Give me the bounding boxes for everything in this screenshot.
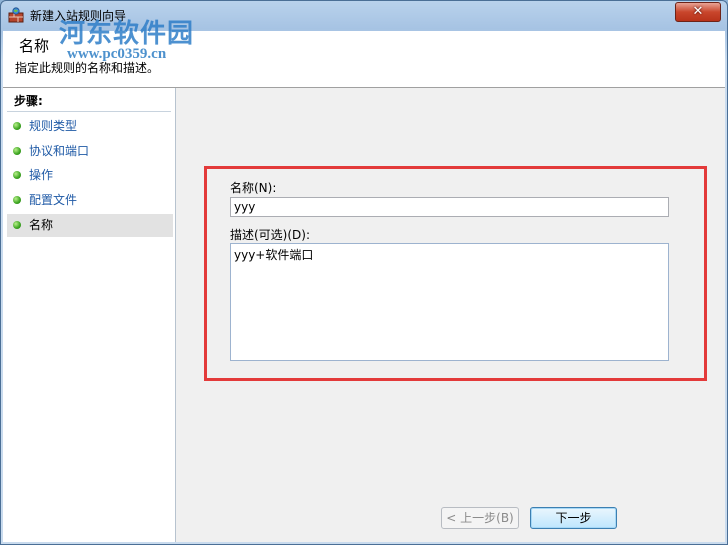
- step-bullet-icon: [13, 196, 21, 204]
- step-bullet-icon: [13, 147, 21, 155]
- step-rule-type[interactable]: 规则类型: [7, 115, 173, 138]
- step-label: 名称: [29, 218, 54, 232]
- watermark-url: www.pc0359.cn: [67, 46, 167, 62]
- step-action[interactable]: 操作: [7, 164, 173, 187]
- step-name-current[interactable]: 名称: [7, 214, 173, 237]
- close-button[interactable]: ✕: [675, 2, 721, 22]
- firewall-app-icon: [8, 7, 24, 23]
- steps-sidebar: 步骤: 规则类型 协议和端口 操作 配置文件 名称: [3, 88, 176, 542]
- steps-title: 步骤:: [14, 94, 43, 108]
- content-pane: 名称(N): yyy 描述(可选)(D): yyy+软件端口 < 上一步(B) …: [176, 88, 725, 542]
- step-label: 规则类型: [29, 119, 78, 133]
- next-button[interactable]: 下一步: [530, 507, 617, 529]
- step-bullet-icon: [13, 221, 21, 229]
- description-label: 描述(可选)(D):: [230, 228, 311, 242]
- step-protocol-ports[interactable]: 协议和端口: [7, 140, 173, 163]
- watermark-logo-text: 河东软件园: [59, 19, 195, 49]
- step-label: 配置文件: [29, 193, 78, 207]
- step-profile[interactable]: 配置文件: [7, 189, 173, 212]
- page-title: 名称: [19, 37, 50, 55]
- step-bullet-icon: [13, 122, 21, 130]
- name-field[interactable]: yyy: [230, 197, 669, 217]
- wizard-window: 新建入站规则向导 ✕ 名称 指定此规则的名称和描述。 河东软件园 www.pc0…: [0, 0, 728, 545]
- steps-divider: [7, 111, 171, 112]
- back-button[interactable]: < 上一步(B): [441, 507, 519, 529]
- name-label: 名称(N):: [230, 181, 277, 195]
- step-label: 协议和端口: [29, 144, 90, 158]
- step-bullet-icon: [13, 171, 21, 179]
- description-field[interactable]: yyy+软件端口: [230, 243, 669, 361]
- step-label: 操作: [29, 168, 54, 182]
